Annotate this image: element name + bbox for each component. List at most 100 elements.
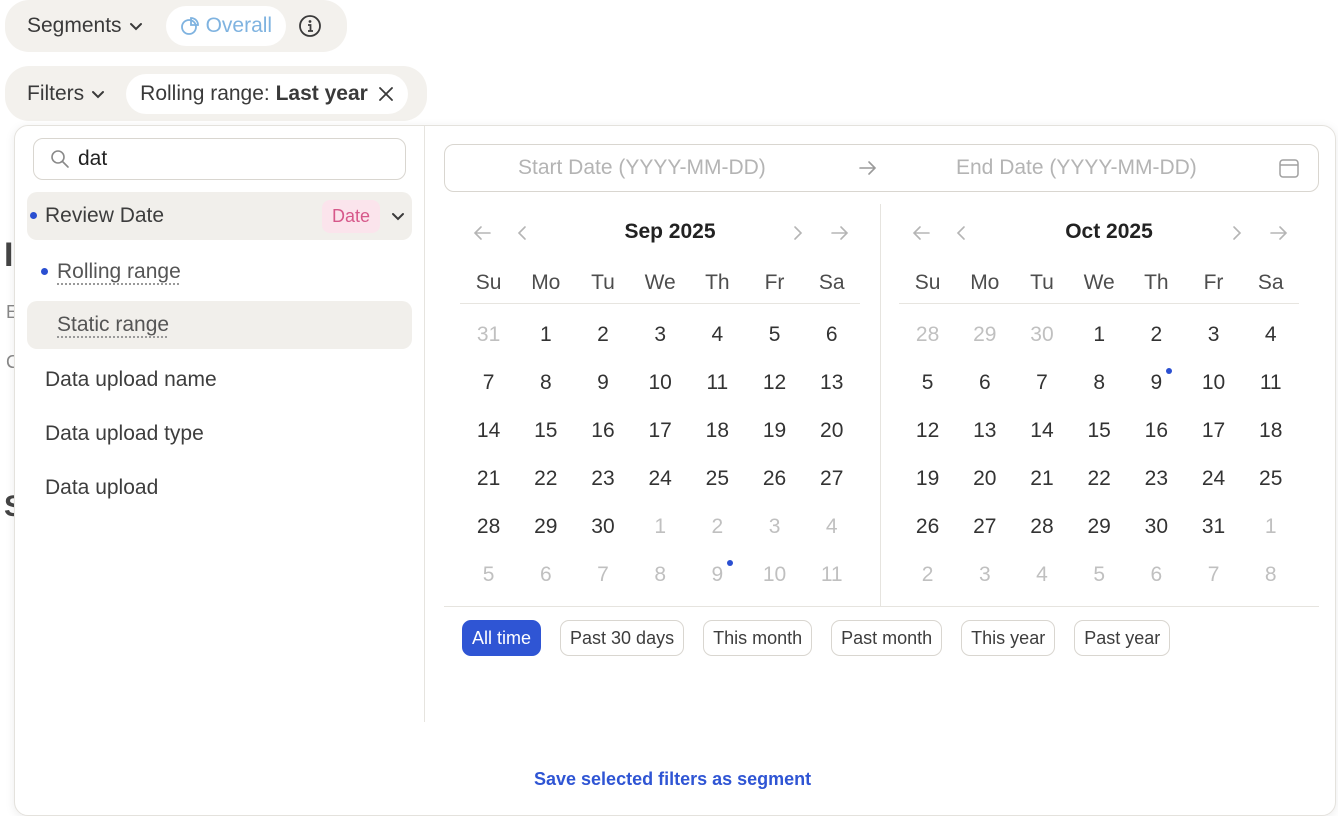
calendar-day[interactable]: 29 — [956, 311, 1013, 359]
calendar-day[interactable]: 5 — [460, 551, 517, 599]
calendar-day[interactable]: 6 — [956, 359, 1013, 407]
calendar-day[interactable]: 3 — [956, 551, 1013, 599]
calendar-day[interactable]: 4 — [689, 311, 746, 359]
calendar-day[interactable]: 28 — [460, 503, 517, 551]
sub-option-static-range[interactable]: Static range — [27, 301, 412, 349]
calendar-day[interactable]: 19 — [899, 455, 956, 503]
field-item-data-upload[interactable]: Data upload — [27, 464, 412, 512]
calendar-day[interactable]: 2 — [689, 503, 746, 551]
calendar-day[interactable]: 25 — [689, 455, 746, 503]
calendar-day[interactable]: 8 — [632, 551, 689, 599]
calendar-day[interactable]: 15 — [517, 407, 574, 455]
calendar-day[interactable]: 11 — [1242, 359, 1299, 407]
calendar-day[interactable]: 16 — [574, 407, 631, 455]
calendar-day[interactable]: 23 — [574, 455, 631, 503]
calendar-day[interactable]: 22 — [1071, 455, 1128, 503]
calendar-day[interactable]: 16 — [1128, 407, 1185, 455]
calendar-day[interactable]: 14 — [1013, 407, 1070, 455]
calendar-day[interactable]: 2 — [574, 311, 631, 359]
calendar-day[interactable]: 3 — [1185, 311, 1242, 359]
calendar-day[interactable]: 4 — [803, 503, 860, 551]
calendar-day[interactable]: 7 — [1013, 359, 1070, 407]
calendar-day[interactable]: 4 — [1013, 551, 1070, 599]
sub-option-rolling-range[interactable]: Rolling range — [27, 248, 412, 296]
calendar-day[interactable]: 25 — [1242, 455, 1299, 503]
calendar-day[interactable]: 6 — [517, 551, 574, 599]
right-icon[interactable] — [792, 224, 804, 242]
calendar-day[interactable]: 1 — [517, 311, 574, 359]
calendar-day[interactable]: 1 — [1071, 311, 1128, 359]
calendar-day[interactable]: 7 — [1185, 551, 1242, 599]
calendar-day[interactable]: 13 — [803, 359, 860, 407]
preset-past-30-days-button[interactable]: Past 30 days — [560, 620, 685, 656]
calendar-day[interactable]: 7 — [574, 551, 631, 599]
calendar-day[interactable]: 26 — [746, 455, 803, 503]
field-item-data-upload-name[interactable]: Data upload name — [27, 356, 412, 404]
preset-past-month-button[interactable]: Past month — [831, 620, 943, 656]
calendar-day[interactable]: 18 — [1242, 407, 1299, 455]
calendar-day[interactable]: 24 — [632, 455, 689, 503]
calendar-day[interactable]: 22 — [517, 455, 574, 503]
calendar-day[interactable]: 28 — [1013, 503, 1070, 551]
calendar-day[interactable]: 29 — [517, 503, 574, 551]
calendar-day[interactable]: 7 — [460, 359, 517, 407]
calendar-day[interactable]: 23 — [1128, 455, 1185, 503]
calendar-day[interactable]: 11 — [803, 551, 860, 599]
preset-this-month-button[interactable]: This month — [703, 620, 813, 656]
double-right-icon[interactable] — [830, 224, 850, 242]
calendar-day[interactable]: 17 — [632, 407, 689, 455]
calendar-day[interactable]: 6 — [803, 311, 860, 359]
date-range-input[interactable]: Start Date (YYYY-MM-DD) End Date (YYYY-M… — [444, 144, 1319, 192]
calendar-day[interactable]: 31 — [460, 311, 517, 359]
end-date-input[interactable]: End Date (YYYY-MM-DD) — [956, 156, 1197, 180]
calendar-day[interactable]: 20 — [956, 455, 1013, 503]
preset-past-year-button[interactable]: Past year — [1074, 620, 1171, 656]
calendar-day[interactable]: 8 — [1242, 551, 1299, 599]
calendar-day[interactable]: 27 — [803, 455, 860, 503]
calendar-day[interactable]: 27 — [956, 503, 1013, 551]
calendar-day[interactable]: 8 — [517, 359, 574, 407]
calendar-day[interactable]: 21 — [1013, 455, 1070, 503]
calendar-day[interactable]: 5 — [746, 311, 803, 359]
calendar-day-today[interactable]: 9 — [689, 551, 746, 599]
field-search-input[interactable] — [78, 147, 378, 171]
preset-this-year-button[interactable]: This year — [961, 620, 1056, 656]
calendar-day[interactable]: 31 — [1185, 503, 1242, 551]
segments-dropdown[interactable]: Segments — [27, 14, 144, 38]
calendar-day[interactable]: 14 — [460, 407, 517, 455]
chevron-down-icon[interactable] — [390, 208, 406, 224]
info-icon[interactable] — [298, 14, 322, 38]
calendar-day[interactable]: 10 — [746, 551, 803, 599]
calendar-day[interactable]: 10 — [632, 359, 689, 407]
field-item-data-upload-type[interactable]: Data upload type — [27, 410, 412, 458]
overall-segment-pill[interactable]: Overall — [165, 6, 287, 46]
calendar-day[interactable]: 30 — [574, 503, 631, 551]
right-icon[interactable] — [1231, 224, 1243, 242]
calendar-day[interactable]: 2 — [1128, 311, 1185, 359]
calendar-icon[interactable] — [1278, 157, 1300, 179]
calendar-day[interactable]: 30 — [1128, 503, 1185, 551]
field-item-review-date[interactable]: Review Date Date — [27, 192, 412, 240]
calendar-day[interactable]: 3 — [746, 503, 803, 551]
field-search-box[interactable] — [33, 138, 406, 180]
calendar-day[interactable]: 24 — [1185, 455, 1242, 503]
calendar-day-today[interactable]: 9 — [1128, 359, 1185, 407]
calendar-day[interactable]: 4 — [1242, 311, 1299, 359]
calendar-day[interactable]: 13 — [956, 407, 1013, 455]
calendar-day[interactable]: 26 — [899, 503, 956, 551]
calendar-day[interactable]: 28 — [899, 311, 956, 359]
preset-all-time-button[interactable]: All time — [462, 620, 542, 656]
double-right-icon[interactable] — [1269, 224, 1289, 242]
save-filters-as-segment-link[interactable]: Save selected filters as segment — [534, 769, 811, 790]
filters-dropdown[interactable]: Filters — [27, 82, 106, 106]
calendar-day[interactable]: 6 — [1128, 551, 1185, 599]
calendar-day[interactable]: 12 — [899, 407, 956, 455]
calendar-day[interactable]: 3 — [632, 311, 689, 359]
calendar-day[interactable]: 18 — [689, 407, 746, 455]
calendar-day[interactable]: 12 — [746, 359, 803, 407]
calendar-day[interactable]: 8 — [1071, 359, 1128, 407]
calendar-day[interactable]: 20 — [803, 407, 860, 455]
calendar-day[interactable]: 5 — [1071, 551, 1128, 599]
calendar-day[interactable]: 30 — [1013, 311, 1070, 359]
calendar-day[interactable]: 5 — [899, 359, 956, 407]
